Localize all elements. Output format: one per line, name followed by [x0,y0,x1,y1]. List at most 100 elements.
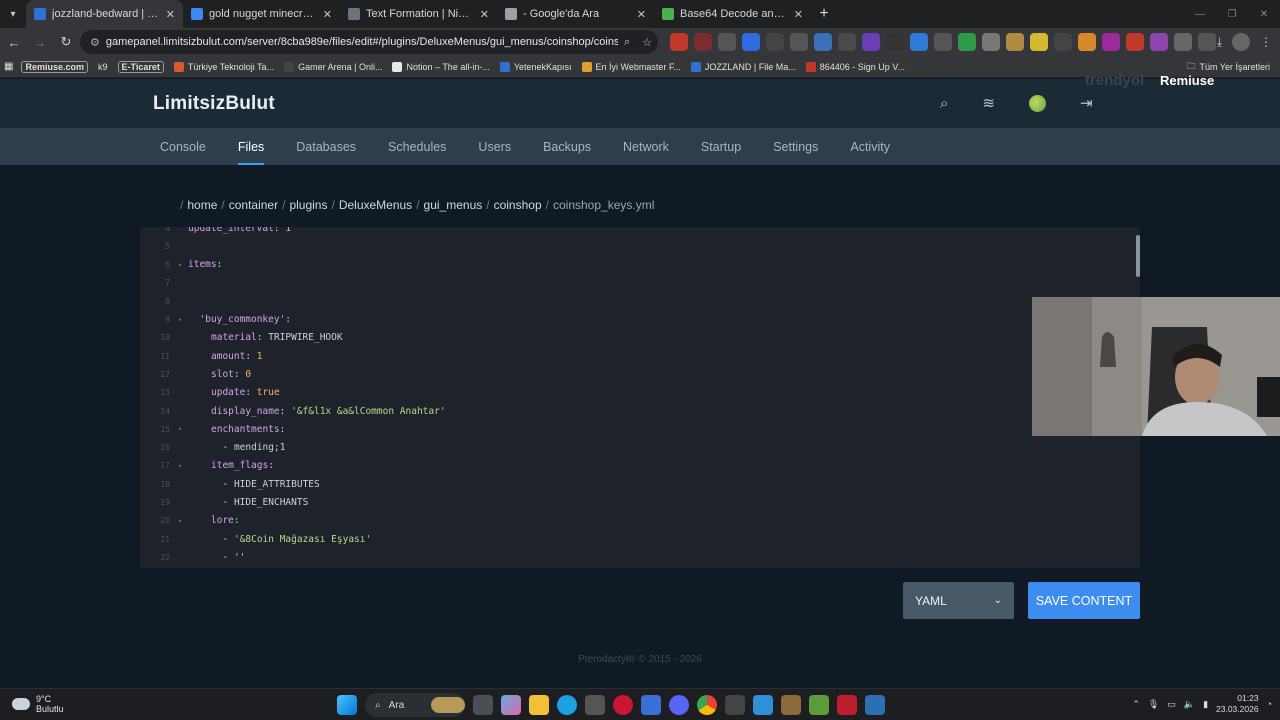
weather-widget[interactable]: 9°C Bulutlu [12,694,64,714]
extension-icon[interactable] [670,33,688,51]
extension-icon[interactable] [862,33,880,51]
shield-extension-icon[interactable] [790,33,808,51]
bookmark-item[interactable]: E-Ticaret [117,60,164,73]
layers-icon[interactable]: ≋ [982,94,995,112]
filezilla-icon[interactable] [837,695,857,715]
browser-tab[interactable]: gold nugget minecraft - Googl ✕ [183,0,340,28]
bookmark-item[interactable]: Gamer Arena | Onli... [284,61,382,72]
extension-icon[interactable] [910,33,928,51]
discord-icon[interactable] [669,695,689,715]
extension-icon[interactable] [1006,33,1024,51]
network-icon[interactable]: ▭ [1167,699,1176,710]
store-icon[interactable] [585,695,605,715]
opera-icon[interactable] [613,695,633,715]
bookmark-item[interactable]: k9 [98,62,108,72]
clock[interactable]: 01:23 23.03.2026 [1216,693,1259,715]
tab-users[interactable]: Users [462,128,527,165]
browser-tab[interactable]: - Google'da Ara ✕ [497,0,654,28]
tab-close-icon[interactable]: ✕ [637,8,646,21]
app-icon[interactable] [865,695,885,715]
tab-close-icon[interactable]: ✕ [480,8,489,21]
task-view-icon[interactable] [473,695,493,715]
tab-close-icon[interactable]: ✕ [794,8,803,21]
bookmark-item[interactable]: Türkiye Teknoloji Ta... [173,61,274,72]
chrome-icon[interactable] [697,695,717,715]
fold-arrow-icon[interactable]: ▾ [175,261,185,269]
bookmark-item[interactable]: JOZZLAND | File Ma... [690,61,796,72]
chevron-up-icon[interactable]: ⌃ [1132,699,1140,710]
extension-icon[interactable] [934,33,952,51]
edge-icon[interactable] [557,695,577,715]
extension-icon[interactable] [1174,33,1192,51]
app-icon[interactable] [753,695,773,715]
breadcrumb-item[interactable]: container [229,198,278,212]
close-window-icon[interactable]: ✕ [1248,0,1280,28]
tab-databases[interactable]: Databases [280,128,372,165]
logout-icon[interactable]: ⇥ [1080,94,1093,112]
tab-schedules[interactable]: Schedules [372,128,462,165]
extension-icon[interactable] [838,33,856,51]
browser-tab[interactable]: Base64 Decode and Encode - O ✕ [654,0,811,28]
extension-icon[interactable] [1102,33,1120,51]
user-avatar[interactable] [1028,94,1046,112]
language-select[interactable]: YAML ⌄ [903,582,1014,619]
browser-tab[interactable]: Text Formation | NightCore Do ✕ [340,0,497,28]
volume-icon[interactable]: 🔈 [1184,699,1195,710]
extension-icon[interactable] [1150,33,1168,51]
tab-activity[interactable]: Activity [834,128,906,165]
fold-arrow-icon[interactable]: ▾ [175,316,185,324]
extension-icon[interactable] [982,33,1000,51]
tab-backups[interactable]: Backups [527,128,607,165]
minimize-icon[interactable]: — [1184,0,1216,28]
notification-icon[interactable]: ◔ [1267,699,1272,709]
tab-settings[interactable]: Settings [757,128,834,165]
bookmark-star-icon[interactable]: ☆ [642,36,652,49]
forward-icon[interactable]: → [28,30,52,54]
tab-network[interactable]: Network [607,128,685,165]
code-editor[interactable]: 4 update_interval: 1 5 6 ▾ items: 7 8 9 ▾'buy_com… [140,227,1140,568]
extension-icon[interactable] [958,33,976,51]
breadcrumb-item[interactable]: gui_menus [424,198,483,212]
microphone-icon[interactable]: 🎙 [1148,699,1159,710]
extension-icon[interactable] [742,33,760,51]
extension-icon[interactable] [1030,33,1048,51]
fold-arrow-icon[interactable]: ▾ [175,462,185,470]
app-icon[interactable] [641,695,661,715]
new-tab-button[interactable]: + [811,5,837,23]
extension-icon[interactable] [694,33,712,51]
omnibox[interactable]: ⚙ gamepanel.limitsizbulut.com/server/8cb… [80,30,658,54]
fold-arrow-icon[interactable]: ▾ [175,425,185,433]
extension-icon[interactable] [1054,33,1072,51]
site-info-icon[interactable]: ⚙ [90,36,100,49]
tab-files[interactable]: Files [222,128,280,165]
tab-console[interactable]: Console [144,128,222,165]
app-icon[interactable] [781,695,801,715]
breadcrumb-item[interactable]: DeluxeMenus [339,198,412,212]
apps-grid-icon[interactable]: ▦ [4,61,13,72]
bookmark-item[interactable]: 864406 - Sign Up V... [805,61,905,72]
maximize-icon[interactable]: ❐ [1216,0,1248,28]
extension-icon[interactable] [814,33,832,51]
taskbar-search[interactable]: ⌕ Ara [365,693,465,717]
browser-tab[interactable]: jozzland-bedward | File Manag ✕ [26,0,183,28]
tab-close-icon[interactable]: ✕ [323,8,332,21]
breadcrumb-item[interactable]: home [187,198,217,212]
extension-icon[interactable] [1126,33,1144,51]
more-menu-icon[interactable]: ⋮ [1260,35,1272,49]
download-icon[interactable]: ⤓ [1217,35,1222,50]
tab-close-icon[interactable]: ✕ [166,8,175,21]
file-explorer-icon[interactable] [529,695,549,715]
profile-avatar[interactable] [1232,33,1250,51]
copilot-icon[interactable] [501,695,521,715]
zoom-icon[interactable]: ⌕ [624,36,630,49]
back-icon[interactable]: ← [2,30,26,54]
editor-scrollbar[interactable] [1136,235,1140,277]
bookmark-item[interactable]: YetenekKapısı [499,61,572,72]
tab-search-icon[interactable]: ▾ [0,0,26,28]
bookmark-item[interactable]: Notion – The all-in-... [392,61,490,72]
breadcrumb-item[interactable]: coinshop [494,198,542,212]
tab-startup[interactable]: Startup [685,128,757,165]
save-content-button[interactable]: SAVE CONTENT [1028,582,1140,619]
breadcrumb-item[interactable]: plugins [289,198,327,212]
extension-icon[interactable] [886,33,904,51]
